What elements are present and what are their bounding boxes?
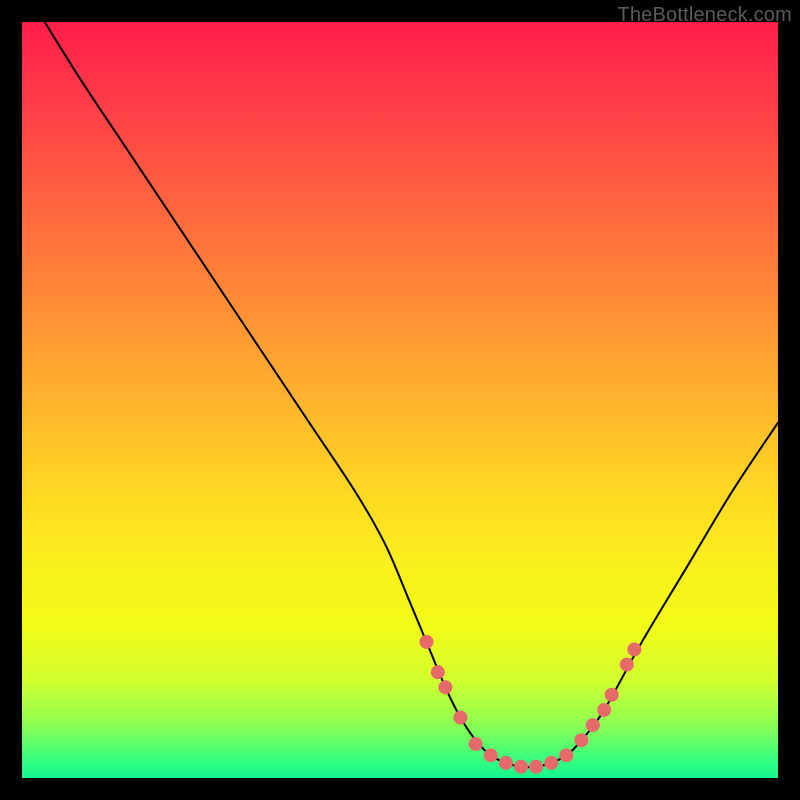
data-point [627,642,641,656]
data-point [559,748,573,762]
data-point [574,733,588,747]
data-point [431,665,445,679]
watermark-text: TheBottleneck.com [617,4,792,27]
bottleneck-curve [45,22,778,767]
data-point [419,635,433,649]
data-point [514,760,528,774]
data-point [529,760,543,774]
data-point [469,737,483,751]
data-point [597,703,611,717]
data-point [620,658,634,672]
data-point [499,756,513,770]
data-point [605,688,619,702]
chart-svg [22,22,778,778]
data-point [438,680,452,694]
chart-canvas [22,22,778,778]
data-point [544,756,558,770]
data-point [586,718,600,732]
data-point [484,748,498,762]
data-point [453,711,467,725]
